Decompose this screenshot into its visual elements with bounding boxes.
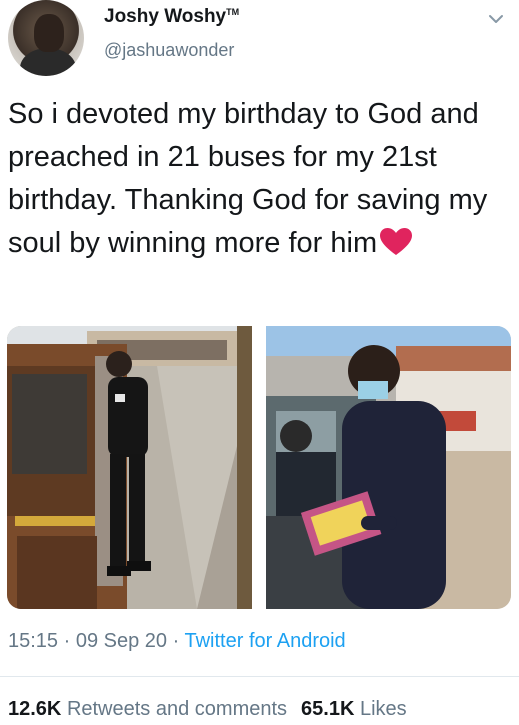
red-heart-icon (380, 228, 413, 255)
photo-right-drawing (266, 326, 511, 609)
tweet-media (7, 326, 511, 609)
meta-separator-2: · (172, 630, 180, 652)
display-name-text: Joshy Woshy (104, 6, 227, 27)
photo-man-holding-book-beside-van[interactable] (266, 326, 511, 609)
avatar-face-shape (34, 14, 64, 52)
tweet-stats: 12.6K Retweets and comments 65.1K Likes (8, 698, 407, 721)
retweets-label: Retweets and comments (66, 698, 288, 720)
retweets-stat[interactable]: 12.6K Retweets and comments (8, 698, 287, 720)
tweet-meta: 15:15 · 09 Sep 20 · Twitter for Android (8, 630, 346, 653)
tweet-time: 15:15 (8, 630, 59, 652)
trademark-badge: TM (226, 7, 240, 17)
tweet-source-link[interactable]: Twitter for Android (185, 630, 346, 652)
tweet-date: 09 Sep 20 (75, 630, 168, 652)
avatar-body-shape (20, 48, 76, 76)
meta-separator: · (63, 630, 71, 652)
photo-man-preaching-at-bus-door[interactable] (7, 326, 252, 609)
user-handle[interactable]: @jashuawonder (104, 40, 234, 61)
tweet-text: So i devoted my birthday to God and prea… (8, 93, 508, 265)
tweet-text-body: So i devoted my birthday to God and prea… (8, 98, 488, 259)
likes-count: 65.1K (301, 698, 355, 720)
divider (0, 676, 519, 677)
display-name[interactable]: Joshy WoshyTM (104, 6, 239, 28)
avatar[interactable] (8, 0, 84, 76)
chevron-down-icon[interactable] (487, 10, 505, 28)
retweets-count: 12.6K (8, 698, 62, 720)
photo-left-drawing (7, 326, 252, 609)
likes-stat[interactable]: 65.1K Likes (301, 698, 407, 720)
likes-label: Likes (359, 698, 407, 720)
